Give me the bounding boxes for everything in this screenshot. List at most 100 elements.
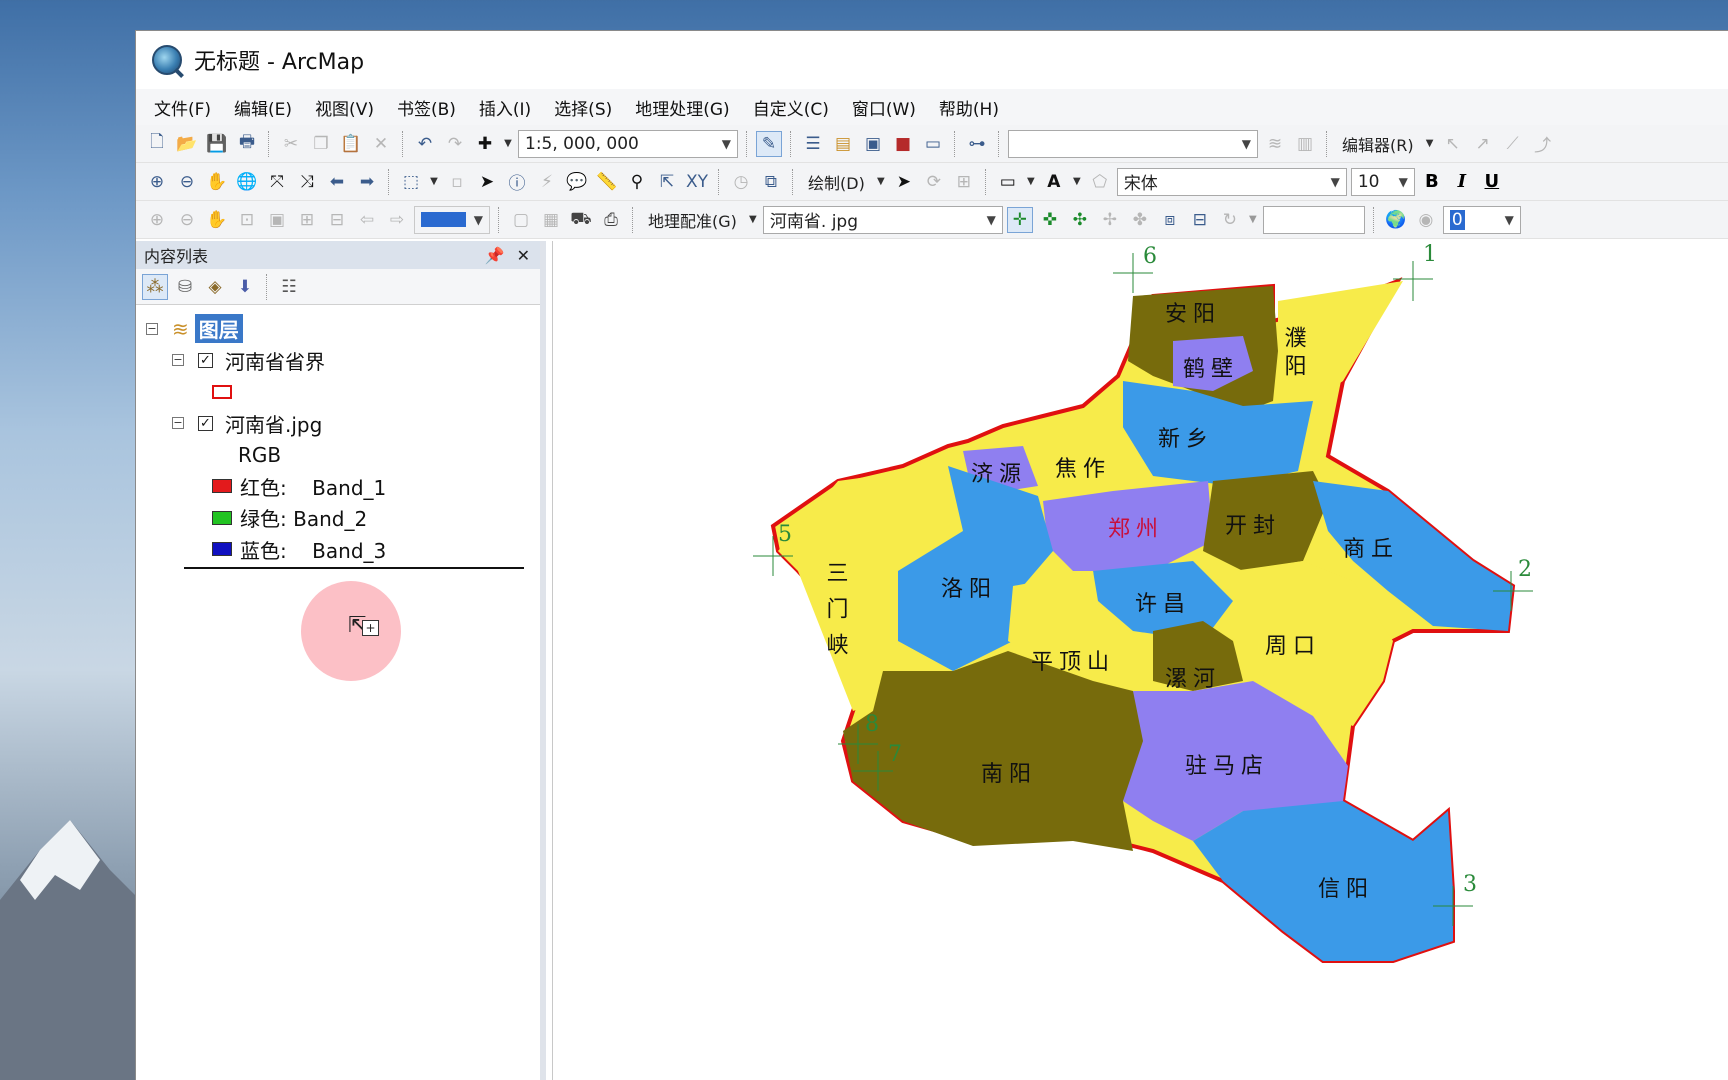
target-layer-combo[interactable]: ▼ — [1008, 129, 1258, 158]
globe-search-icon[interactable]: 🌍 — [1383, 207, 1409, 233]
edit-tool-icon[interactable]: ↖ — [1440, 131, 1466, 157]
menu-file[interactable]: 文件(F) — [154, 95, 211, 120]
list-by-visibility-icon[interactable]: ◈ — [202, 274, 228, 300]
chevron-down-icon[interactable]: ▼ — [875, 169, 887, 195]
collapse-icon[interactable]: − — [172, 354, 184, 367]
font-size-combo[interactable]: 10 ▼ — [1350, 167, 1415, 196]
zoom-percent-combo[interactable]: 100% ▼ — [414, 205, 490, 234]
list-by-drawing-order-icon[interactable]: ⁂ — [142, 273, 168, 300]
layers-row[interactable]: − ≋ 图层 — [136, 313, 540, 345]
straight-segment-icon[interactable]: ⟋ — [1500, 131, 1526, 157]
menu-selection[interactable]: 选择(S) — [554, 95, 612, 120]
redo-icon[interactable]: ↷ — [442, 131, 468, 157]
data-driven-pages-icon[interactable]: ⎙ — [598, 207, 624, 233]
menu-view[interactable]: 视图(V) — [315, 95, 374, 120]
collapse-icon[interactable]: − — [172, 417, 184, 430]
band-row-red[interactable]: 红色: Band_1 — [136, 471, 540, 503]
undo-icon[interactable]: ↶ — [412, 131, 438, 157]
zoom-to-link-icon[interactable]: ✢ — [1097, 207, 1123, 233]
select-features-icon[interactable]: ⬚ — [398, 169, 424, 195]
rectangle-icon[interactable]: ▭ — [995, 169, 1021, 195]
save-icon[interactable]: 💾 — [204, 131, 230, 157]
band-row-blue[interactable]: 蓝色: Band_3 — [136, 534, 540, 566]
menu-insert[interactable]: 插入(I) — [479, 95, 531, 120]
rotate-raster-icon[interactable]: ↻ — [1217, 207, 1243, 233]
layer-visibility-checkbox[interactable]: ✓ — [198, 352, 213, 368]
zoom-whole-page-icon[interactable]: ⊡ — [234, 207, 260, 233]
layout-zoom-in-icon[interactable]: ⊕ — [144, 207, 170, 233]
henan-map[interactable]: 1 2 3 5 6 7 8 安阳 鹤壁 濮阳 新乡 济源 焦作 郑州 开封 商丘 — [553, 241, 1728, 1080]
red-outline-symbol-icon[interactable] — [212, 384, 232, 399]
layers-label[interactable]: 图层 — [194, 314, 243, 344]
delete-link-icon[interactable]: ✤ — [1127, 207, 1153, 233]
zoom-to-elements-icon[interactable]: ⊞ — [951, 169, 977, 195]
layout-zoom-out-icon[interactable]: ⊖ — [174, 207, 200, 233]
focus-data-frame-icon[interactable]: ▦ — [538, 207, 564, 233]
paste-icon[interactable]: 📋 — [338, 131, 364, 157]
menu-edit[interactable]: 编辑(E) — [234, 95, 292, 120]
map-scale-combo[interactable]: 1:5, 000, 000 ▼ — [518, 129, 738, 158]
full-extent-icon[interactable]: 🌐 — [234, 169, 260, 195]
chevron-down-icon[interactable]: ▼ — [1247, 207, 1259, 233]
layer-row-raster[interactable]: − ✓ 河南省.jpg — [136, 408, 540, 440]
green-band-swatch[interactable] — [212, 510, 232, 525]
identify-icon[interactable]: ⓘ — [504, 169, 530, 195]
menu-geoprocessing[interactable]: 地理处理(G) — [635, 95, 729, 120]
add-data-icon[interactable]: ✚ — [472, 131, 498, 157]
search-window-icon[interactable]: ▣ — [860, 131, 886, 157]
georeferencing-menu-button[interactable]: 地理配准(G) — [642, 208, 743, 232]
cut-icon[interactable]: ✂ — [278, 131, 304, 157]
font-name-combo[interactable]: 宋体 ▼ — [1116, 167, 1347, 196]
table-of-contents-icon[interactable]: ☰ — [800, 131, 826, 157]
toggle-draft-mode-icon[interactable]: ▢ — [508, 207, 534, 233]
hyperlink-icon[interactable]: ⚡ — [534, 169, 560, 195]
fixed-zoom-out-layout-icon[interactable]: ⊟ — [324, 207, 350, 233]
measure-icon[interactable]: 📏 — [594, 169, 620, 195]
underline-button[interactable]: U — [1479, 171, 1505, 192]
model-builder-icon[interactable]: ⊶ — [964, 131, 990, 157]
menu-windows[interactable]: 窗口(W) — [852, 95, 916, 120]
bold-button[interactable]: B — [1419, 171, 1445, 192]
georeference-layer-combo[interactable]: 河南省. jpg ▼ — [762, 205, 1003, 234]
layer-visibility-checkbox[interactable]: ✓ — [198, 415, 213, 431]
red-band-swatch[interactable] — [212, 479, 232, 494]
find-binoculars-icon[interactable]: ⚲ — [624, 169, 650, 195]
create-viewer-icon[interactable]: ⧉ — [758, 169, 784, 195]
italic-button[interactable]: I — [1449, 171, 1475, 192]
endpoint-arc-icon[interactable]: ⤴ — [1530, 131, 1556, 157]
layer-name[interactable]: 河南省.jpg — [225, 409, 322, 438]
zoom-100-icon[interactable]: ▣ — [264, 207, 290, 233]
draw-menu-button[interactable]: 绘制(D) — [802, 170, 871, 194]
arctoolbox-icon[interactable]: ■ — [890, 131, 916, 157]
chevron-down-icon[interactable]: ▼ — [1424, 131, 1436, 157]
select-arrow-icon[interactable]: ➤ — [891, 169, 917, 195]
go-back-extent-icon[interactable]: ⇦ — [354, 207, 380, 233]
edit-vertices-icon[interactable]: ⬠ — [1087, 169, 1113, 195]
print-icon[interactable]: 🖶 — [234, 131, 260, 157]
menu-bookmarks[interactable]: 书签(B) — [397, 95, 456, 120]
histogram-icon[interactable]: ▥ — [1292, 131, 1318, 157]
clear-selection-icon[interactable]: ▫ — [444, 169, 470, 195]
forward-arrow-icon[interactable]: ➡ — [354, 169, 380, 195]
close-icon[interactable]: ✕ — [517, 246, 530, 265]
list-by-selection-icon[interactable]: ⬇ — [232, 274, 258, 300]
fixed-zoom-in-layout-icon[interactable]: ⊞ — [294, 207, 320, 233]
open-folder-icon[interactable]: 📂 — [174, 131, 200, 157]
chevron-down-icon[interactable]: ▼ — [747, 207, 759, 233]
menu-help[interactable]: 帮助(H) — [939, 95, 999, 120]
list-by-source-icon[interactable]: ⛁ — [172, 274, 198, 300]
time-slider-icon[interactable]: ◷ — [728, 169, 754, 195]
chevron-down-icon[interactable]: ▼ — [428, 169, 440, 195]
select-elements-icon[interactable]: ➤ — [474, 169, 500, 195]
rotate-icon[interactable]: ⟳ — [921, 169, 947, 195]
find-route-icon[interactable]: ⇱ — [654, 169, 680, 195]
boundary-symbol-row[interactable] — [136, 376, 540, 408]
chevron-down-icon[interactable]: ▼ — [1025, 169, 1037, 195]
back-arrow-icon[interactable]: ⬅ — [324, 169, 350, 195]
viewer-icon[interactable]: ⧈ — [1157, 207, 1183, 233]
link-table-icon[interactable]: ⊟ — [1187, 207, 1213, 233]
pin-icon[interactable]: 📌 — [485, 246, 505, 265]
edit-annotation-icon[interactable]: ↗ — [1470, 131, 1496, 157]
chevron-down-icon[interactable]: ▼ — [502, 131, 514, 157]
new-document-icon[interactable]: 🗋 — [144, 131, 170, 157]
